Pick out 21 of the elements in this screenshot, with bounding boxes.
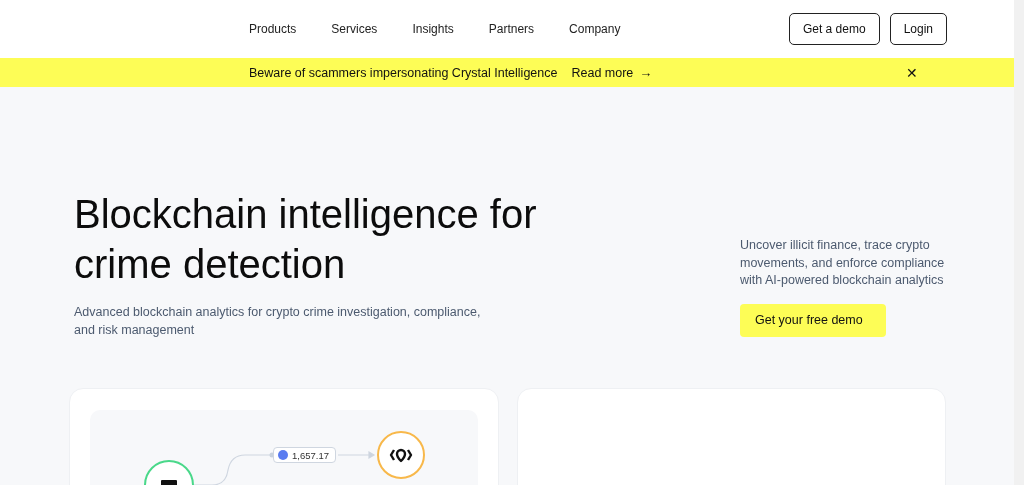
hero-title: Blockchain intelligence for crime detection — [74, 191, 538, 288]
nav-link[interactable]: Company — [569, 22, 621, 36]
free-demo-button[interactable]: Get your free demo — [740, 303, 886, 337]
hero-subtitle: Advanced blockchain analytics for crypto crime investigation, compliance, and risk management — [74, 304, 482, 339]
nav-link[interactable]: Insights — [412, 22, 454, 36]
hero-description: Uncover illicit finance, trace crypto movements, and enforce compliance with AI-powered blockchain analytics — [740, 237, 946, 289]
nav-link[interactable]: Partners — [488, 22, 535, 36]
connector-arrow — [337, 451, 376, 459]
wallet-node[interactable] — [144, 460, 194, 485]
nav-link[interactable]: Products — [249, 22, 297, 36]
banner-message: Beware of scammers impersonating Crystal Intelligence — [249, 65, 558, 80]
demo-button[interactable]: Get a demo — [788, 13, 880, 45]
amount-tag: 1,657.17 — [273, 447, 336, 463]
read-more-link[interactable]: Read more → — [571, 65, 653, 80]
login-button[interactable]: Login — [889, 13, 947, 45]
location-logo-icon — [389, 448, 413, 463]
ethereum-icon — [278, 450, 288, 460]
exchange-node[interactable] — [377, 431, 425, 479]
wallet-icon — [161, 480, 177, 485]
nav-link[interactable]: Services — [331, 22, 378, 36]
close-button[interactable]: ✕ — [906, 64, 918, 81]
